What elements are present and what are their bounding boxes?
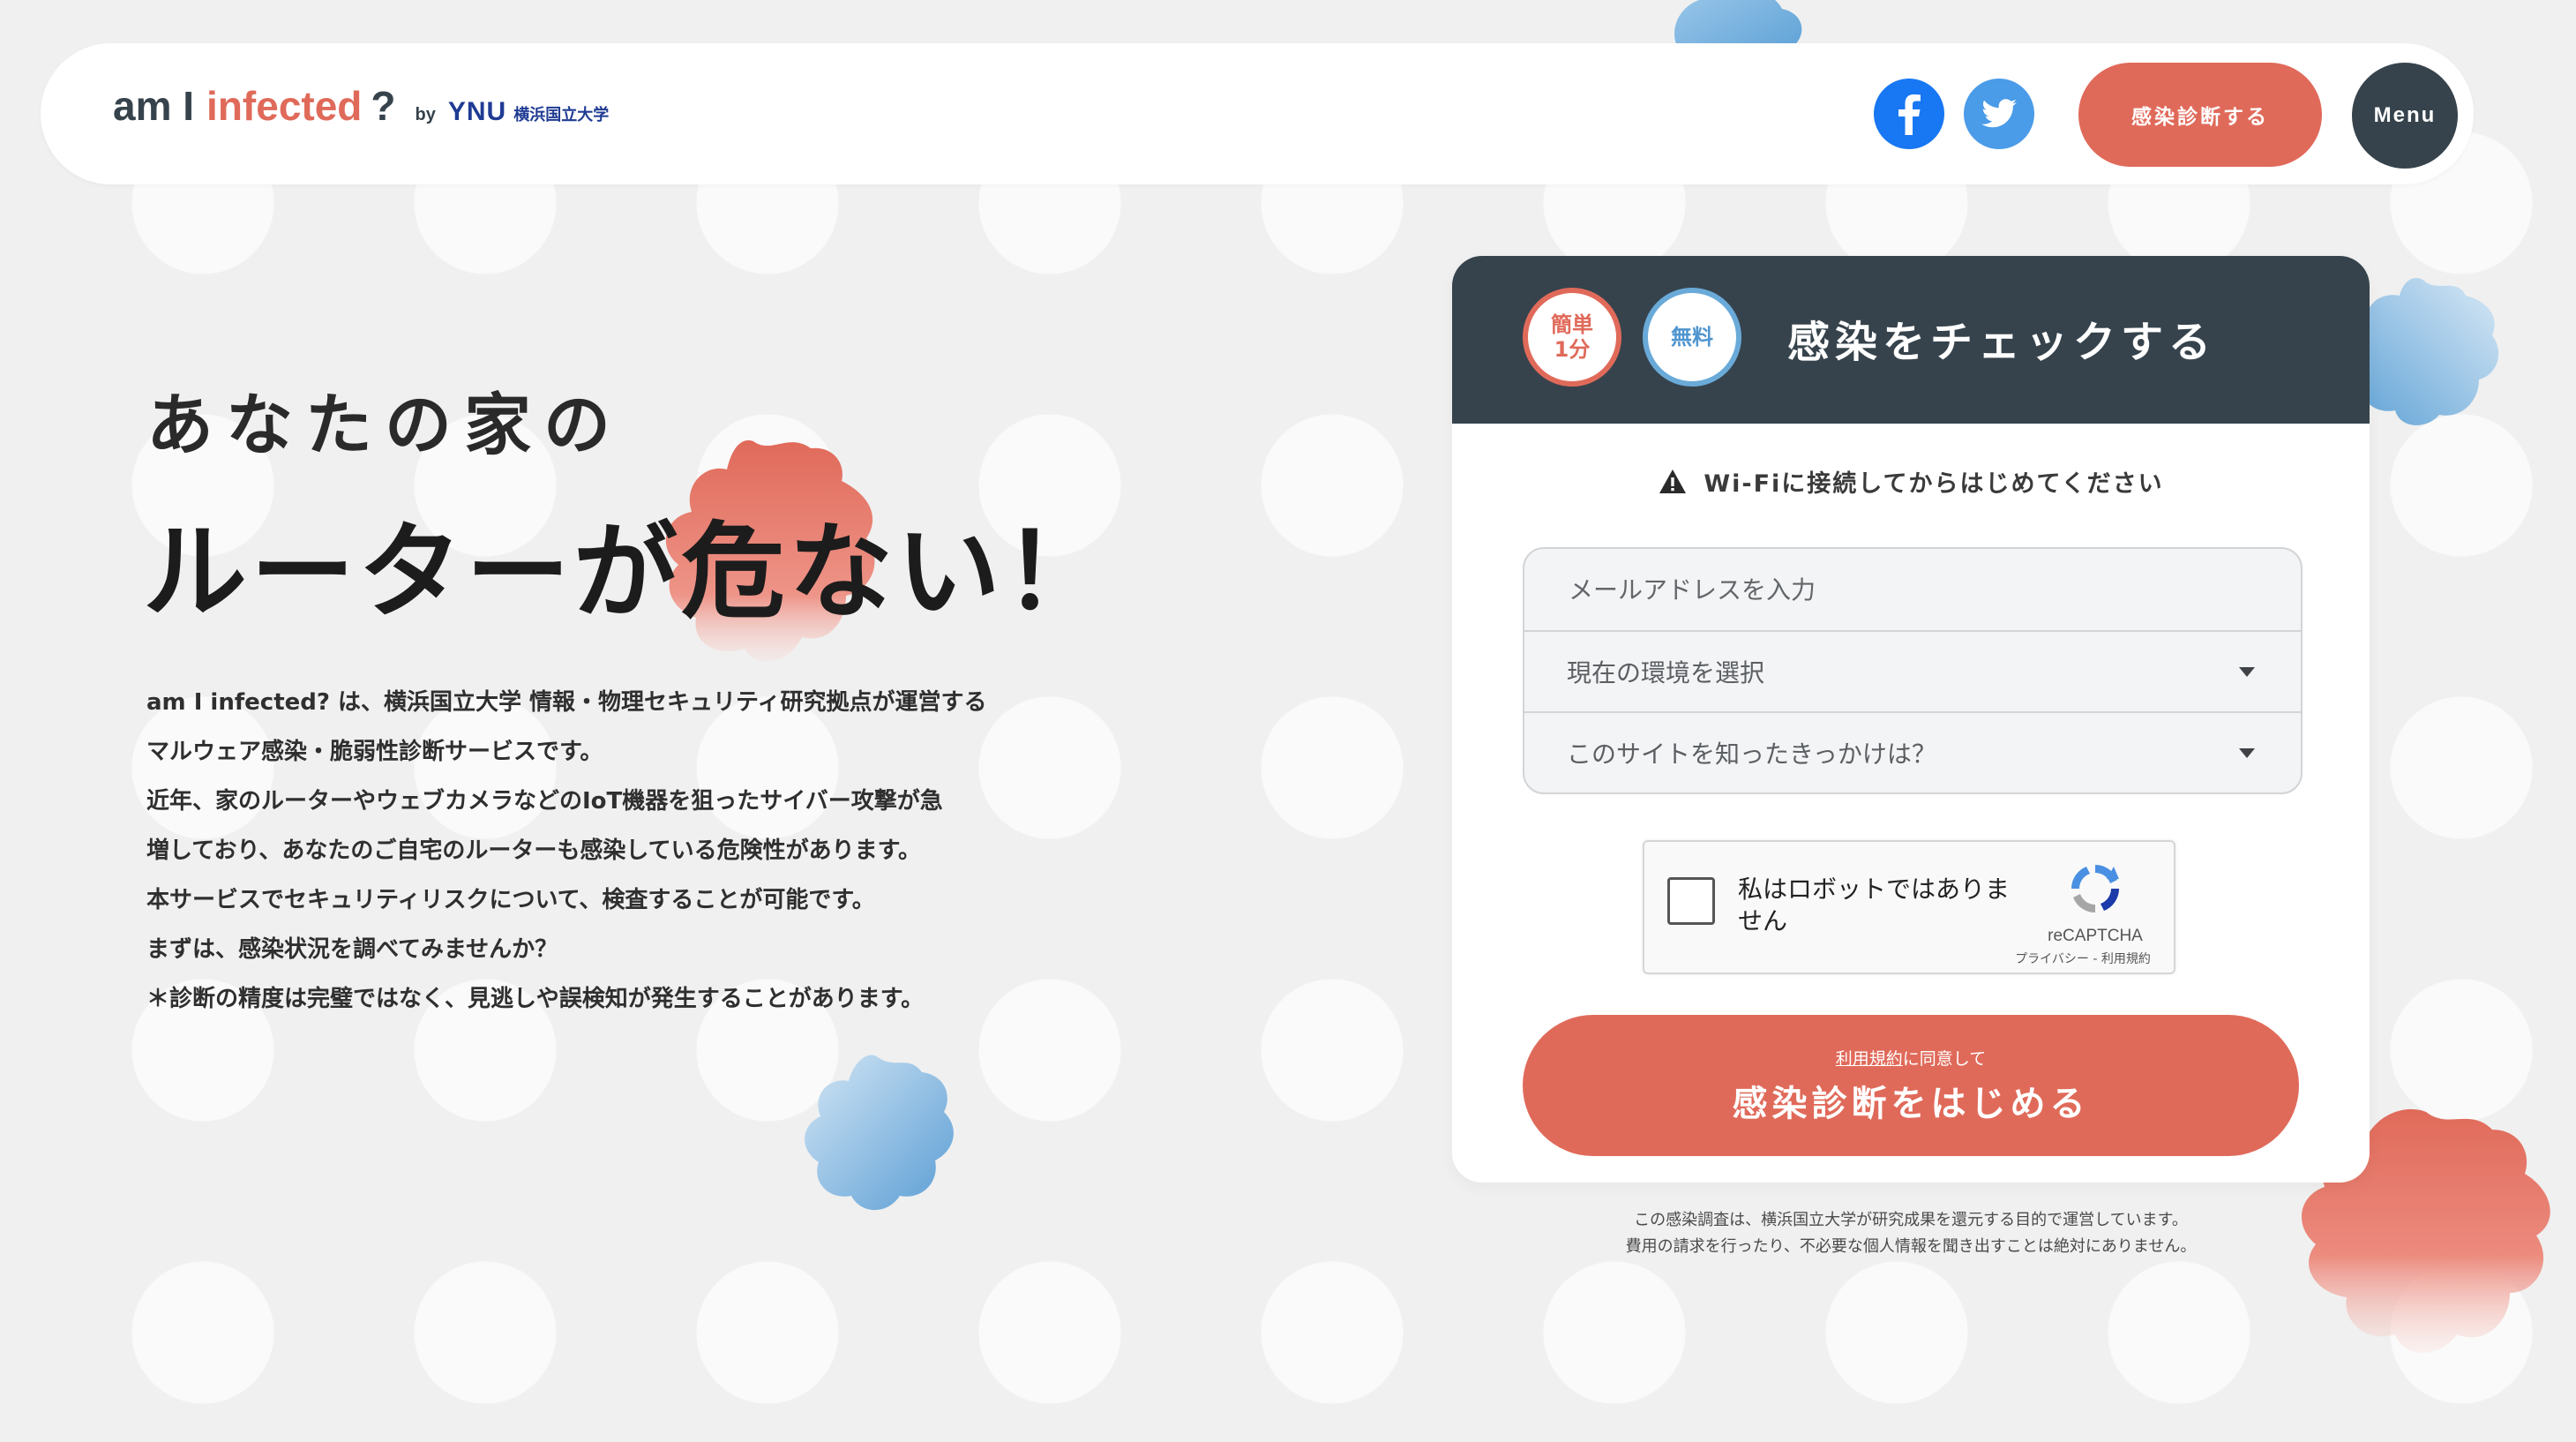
twitter-icon bbox=[1981, 99, 2017, 128]
disclaimer-line: この感染調査は、横浜国立大学が研究成果を還元する目的で運営しています。 bbox=[1634, 1211, 2188, 1229]
terms-agree-suffix: に同意して bbox=[1902, 1048, 1987, 1069]
recaptcha-brand: reCAPTCHA bbox=[2048, 927, 2143, 945]
card-header: 簡単 1分 無料 感染をチェックする bbox=[1452, 256, 2370, 424]
badge-free: 無料 bbox=[1643, 288, 1741, 387]
hero-heading-line1: あなたの家の bbox=[146, 386, 623, 464]
site-header: am I infected ? by YNU 横浜国立大学 感染診断する Men… bbox=[41, 43, 2474, 184]
description-line: 近年、家のルーターやウェブカメラなどのIoT機器を狙ったサイバー攻撃が急 bbox=[146, 788, 943, 815]
disclaimer: この感染調査は、横浜国立大学が研究成果を還元する目的で運営しています。 費用の請… bbox=[1452, 1207, 2370, 1260]
description-line: まずは、感染状況を調べてみませんか？ bbox=[146, 936, 558, 963]
badge-duration-text: 1分 bbox=[1554, 337, 1591, 362]
environment-select-label: 現在の環境を選択 bbox=[1567, 658, 1765, 687]
chevron-down-icon bbox=[2239, 748, 2255, 758]
environment-select[interactable]: 現在の環境を選択 bbox=[1524, 630, 2301, 711]
recaptcha-widget: 私はロボットではありません reCAPTCHA プライバシー - 利用規約 bbox=[1643, 840, 2175, 974]
logo-question-mark: ? bbox=[371, 83, 396, 129]
logo-by-text: by bbox=[415, 105, 436, 124]
recaptcha-label: 私はロボットではありません bbox=[1738, 875, 2011, 935]
recaptcha-checkbox[interactable] bbox=[1667, 877, 1715, 925]
header-diagnose-button[interactable]: 感染診断する bbox=[2078, 63, 2322, 167]
menu-button[interactable]: Menu bbox=[2352, 63, 2458, 169]
recaptcha-links[interactable]: プライバシー - 利用規約 bbox=[1990, 950, 2175, 967]
chevron-down-icon bbox=[2239, 667, 2255, 677]
university-name: 横浜国立大学 bbox=[513, 106, 610, 124]
terms-link[interactable]: 利用規約 bbox=[1836, 1049, 1903, 1069]
logo-infected-text: infected bbox=[206, 83, 363, 129]
email-input[interactable] bbox=[1567, 574, 2258, 605]
start-diagnosis-label: 感染診断をはじめる bbox=[1732, 1083, 2090, 1124]
blue-blob-right bbox=[2353, 278, 2499, 425]
referral-select[interactable]: このサイトを知ったきっかけは？ bbox=[1524, 711, 2301, 792]
form-fields: 現在の環境を選択 このサイトを知ったきっかけは？ bbox=[1523, 547, 2303, 794]
description-line: am I infected? は、横浜国立大学 情報・物理セキュリティ研究拠点が… bbox=[146, 689, 987, 716]
description-line: ＊診断の精度は完璧ではなく、見逃しや誤検知が発生することがあります。 bbox=[146, 986, 925, 1012]
description-line: 本サービスでセキュリティリスクについて、検査することが可能です。 bbox=[146, 887, 875, 913]
infection-check-card: 簡単 1分 無料 感染をチェックする Wi-Fiに接続してからはじめてください … bbox=[1452, 256, 2370, 1183]
wifi-notice-text: Wi-Fiに接続してからはじめてください bbox=[1704, 470, 2164, 498]
card-title: 感染をチェックする bbox=[1787, 318, 2217, 367]
warning-icon bbox=[1659, 469, 1687, 493]
disclaimer-line: 費用の請求を行ったり、不必要な個人情報を聞き出すことは絶対にありません。 bbox=[1625, 1237, 2197, 1256]
site-logo[interactable]: am I infected ? by YNU 横浜国立大学 bbox=[113, 82, 609, 144]
description-line: 増しており、あなたのご自宅のルーターも感染している危険性があります。 bbox=[146, 837, 922, 864]
logo-am-text: am I bbox=[113, 83, 195, 129]
badge-simple-text: 簡単 bbox=[1551, 312, 1593, 337]
start-diagnosis-button[interactable]: 利用規約に同意して 感染診断をはじめる bbox=[1523, 1015, 2299, 1156]
badge-simple-1min: 簡単 1分 bbox=[1523, 288, 1621, 387]
terms-agreement: 利用規約に同意して bbox=[1836, 1046, 1986, 1070]
referral-select-label: このサイトを知ったきっかけは？ bbox=[1567, 740, 1936, 769]
badge-free-text: 無料 bbox=[1671, 325, 1713, 349]
description-line: マルウェア感染・脆弱性診断サービスです。 bbox=[146, 739, 603, 765]
email-field-row bbox=[1524, 549, 2301, 630]
blue-blob-hero bbox=[805, 1055, 954, 1211]
recaptcha-icon bbox=[2071, 865, 2119, 913]
facebook-icon bbox=[1898, 94, 1921, 135]
facebook-button[interactable] bbox=[1874, 79, 1944, 149]
hero-heading-line2: ルーターが危ない！ bbox=[143, 511, 1112, 633]
twitter-button[interactable] bbox=[1964, 79, 2034, 149]
ynu-logo: YNU bbox=[447, 97, 507, 126]
wifi-notice: Wi-Fiに接続してからはじめてください bbox=[1452, 464, 2370, 499]
hero-description: am I infected? は、横浜国立大学 情報・物理セキュリティ研究拠点が… bbox=[146, 678, 1099, 1024]
